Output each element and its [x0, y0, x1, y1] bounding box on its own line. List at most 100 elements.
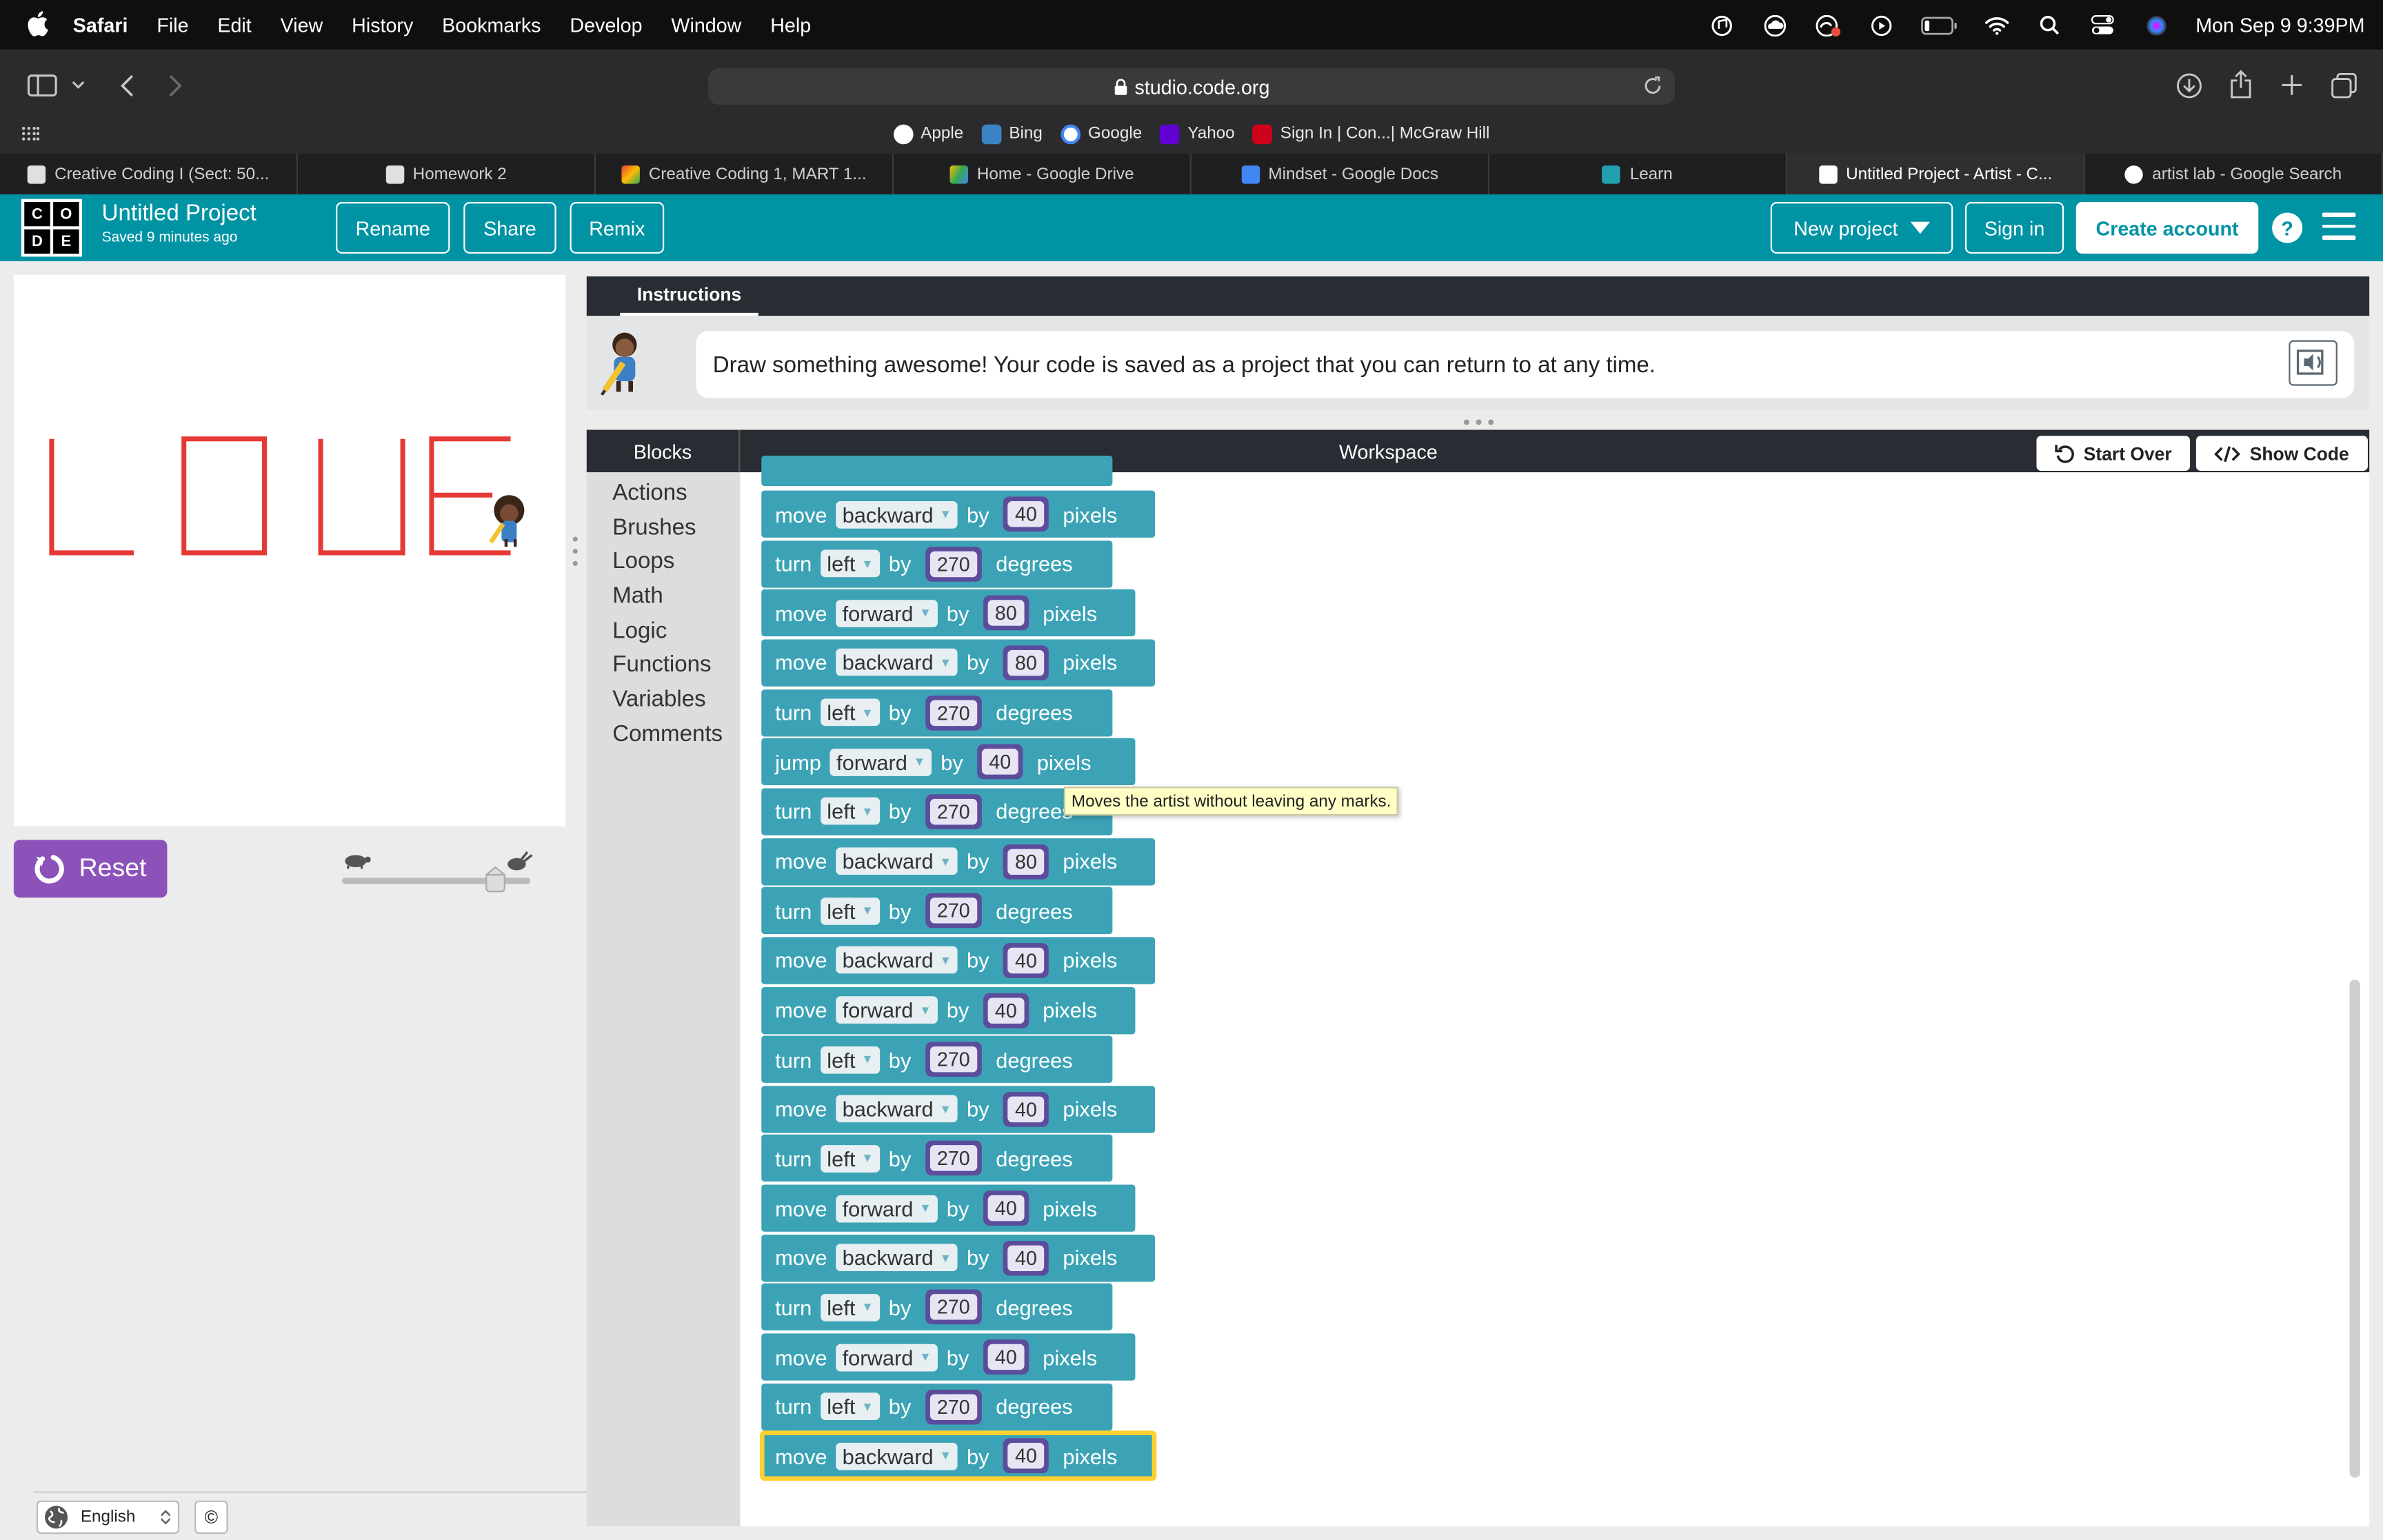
number-value[interactable]: 40: [1007, 947, 1045, 973]
text-to-speech-button[interactable]: [2289, 340, 2337, 386]
code-block-turn[interactable]: turn left ▼ by 270 degrees: [761, 1284, 1113, 1331]
siri-icon[interactable]: [2142, 14, 2170, 36]
category-brushes[interactable]: Brushes: [612, 515, 696, 540]
number-value[interactable]: 270: [929, 1046, 978, 1073]
play-icon[interactable]: [1867, 14, 1895, 36]
category-variables[interactable]: Variables: [612, 687, 705, 712]
number-input-block[interactable]: 80: [1003, 843, 1049, 879]
sidebar-toggle-icon[interactable]: [27, 74, 58, 97]
code-block-move[interactable]: move backward ▼ by 40 pixels: [761, 1234, 1156, 1281]
code-block-move[interactable]: move backward ▼ by 40 pixels: [761, 1085, 1156, 1133]
menu-help[interactable]: Help: [770, 14, 811, 37]
direction-dropdown[interactable]: left ▼: [821, 897, 880, 925]
number-input-block[interactable]: 40: [983, 1191, 1029, 1226]
show-code-button[interactable]: Show Code: [2195, 436, 2368, 471]
code-block-turn[interactable]: turn left ▼ by 270 degrees: [761, 540, 1113, 587]
number-input-block[interactable]: 40: [1003, 942, 1049, 978]
number-input-block[interactable]: 40: [1003, 1439, 1049, 1474]
forward-arrow-icon[interactable]: [169, 74, 183, 97]
remix-button[interactable]: Remix: [570, 202, 665, 254]
direction-dropdown[interactable]: backward ▼: [836, 946, 958, 974]
favorite-apple[interactable]: Apple: [893, 123, 963, 144]
code-block-partial[interactable]: [761, 455, 1113, 487]
chevron-down-icon[interactable]: [72, 81, 86, 90]
number-value[interactable]: 270: [929, 699, 978, 726]
menu-develop[interactable]: Develop: [570, 14, 642, 37]
number-input-block[interactable]: 40: [1003, 496, 1049, 532]
direction-dropdown[interactable]: left ▼: [821, 698, 880, 727]
direction-dropdown[interactable]: left ▼: [821, 1392, 880, 1421]
code-block-move[interactable]: move forward ▼ by 40 pixels: [761, 1184, 1136, 1232]
tab-google-drive[interactable]: Home - Google Drive: [894, 153, 1192, 195]
direction-dropdown[interactable]: left ▼: [821, 1046, 880, 1073]
number-value[interactable]: 270: [929, 1294, 978, 1321]
share-icon[interactable]: [2229, 70, 2252, 99]
cloud-icon[interactable]: [1761, 14, 1789, 36]
new-project-button[interactable]: New project: [1770, 202, 1953, 254]
tab-artist-lab-search[interactable]: artist lab - Google Search: [2085, 153, 2383, 195]
address-bar[interactable]: studio.code.org: [708, 68, 1675, 105]
speed-slider[interactable]: [337, 851, 535, 896]
number-value[interactable]: 80: [1007, 649, 1045, 676]
slider-thumb[interactable]: [485, 866, 505, 893]
sign-in-button[interactable]: Sign in: [1964, 202, 2064, 254]
category-comments[interactable]: Comments: [612, 721, 723, 747]
number-input-block[interactable]: 270: [925, 695, 983, 730]
number-value[interactable]: 40: [1007, 501, 1045, 527]
hamburger-menu-icon[interactable]: [2322, 212, 2356, 240]
number-value[interactable]: 270: [929, 550, 978, 577]
number-input-block[interactable]: 40: [1003, 1240, 1049, 1276]
apple-logo-icon[interactable]: [28, 10, 49, 37]
number-input-block[interactable]: 270: [925, 1290, 983, 1326]
category-functions[interactable]: Functions: [612, 651, 711, 677]
code-block-move[interactable]: move backward ▼ by 40 pixels: [760, 1431, 1157, 1481]
category-actions[interactable]: Actions: [612, 480, 687, 505]
direction-dropdown[interactable]: backward ▼: [836, 847, 958, 875]
number-input-block[interactable]: 40: [983, 992, 1029, 1028]
tab-google-docs[interactable]: Mindset - Google Docs: [1192, 153, 1490, 195]
code-block-move[interactable]: move forward ▼ by 40 pixels: [761, 1333, 1136, 1381]
menu-bookmarks[interactable]: Bookmarks: [442, 14, 541, 37]
favorite-yahoo[interactable]: Yahoo: [1160, 123, 1235, 144]
number-value[interactable]: 40: [981, 749, 1019, 776]
number-input-block[interactable]: 270: [925, 893, 983, 929]
number-value[interactable]: 40: [1007, 1096, 1045, 1122]
tab-creative-coding-mart[interactable]: Creative Coding 1, MART 1...: [596, 153, 894, 195]
help-icon[interactable]: ?: [2272, 212, 2303, 243]
artist-canvas[interactable]: [13, 274, 565, 827]
number-input-block[interactable]: 270: [925, 794, 983, 829]
language-select[interactable]: English: [36, 1500, 180, 1534]
code-block-turn[interactable]: turn left ▼ by 270 degrees: [761, 1383, 1113, 1430]
vertical-resize-handle[interactable]: [572, 535, 579, 568]
direction-dropdown[interactable]: backward ▼: [836, 1095, 958, 1123]
create-account-button[interactable]: Create account: [2075, 202, 2259, 254]
code-block-move[interactable]: move backward ▼ by 40 pixels: [761, 937, 1156, 984]
direction-dropdown[interactable]: backward ▼: [836, 649, 958, 677]
tab-overview-icon[interactable]: [2331, 72, 2357, 99]
category-logic[interactable]: Logic: [612, 618, 667, 644]
number-input-block[interactable]: 80: [1003, 645, 1049, 680]
direction-dropdown[interactable]: left ▼: [821, 798, 880, 826]
wifi-icon[interactable]: [1983, 14, 2011, 36]
code-block-turn[interactable]: turn left ▼ by 270 degrees: [761, 788, 1113, 835]
number-value[interactable]: 40: [1007, 1245, 1045, 1271]
direction-dropdown[interactable]: left ▼: [821, 549, 880, 578]
new-tab-icon[interactable]: [2281, 74, 2302, 96]
direction-dropdown[interactable]: backward ▼: [836, 1442, 958, 1470]
control-center-icon[interactable]: [2089, 14, 2117, 36]
share-button[interactable]: Share: [463, 202, 556, 254]
workspace-scrollbar[interactable]: [2349, 980, 2360, 1478]
code-block-turn[interactable]: turn left ▼ by 270 degrees: [761, 689, 1113, 736]
music-icon[interactable]: [1708, 14, 1736, 36]
number-input-block[interactable]: 80: [983, 596, 1029, 631]
downloads-icon[interactable]: [2176, 73, 2202, 99]
number-value[interactable]: 40: [1007, 1443, 1045, 1470]
number-value[interactable]: 270: [929, 898, 978, 924]
direction-dropdown[interactable]: forward ▼: [836, 1343, 938, 1371]
code-block-move[interactable]: move backward ▼ by 80 pixels: [761, 838, 1156, 885]
number-value[interactable]: 80: [1007, 848, 1045, 875]
number-input-block[interactable]: 40: [976, 744, 1023, 780]
number-value[interactable]: 270: [929, 1146, 978, 1172]
code-block-move[interactable]: move forward ▼ by 80 pixels: [761, 589, 1136, 637]
menu-app-name[interactable]: Safari: [73, 14, 128, 37]
